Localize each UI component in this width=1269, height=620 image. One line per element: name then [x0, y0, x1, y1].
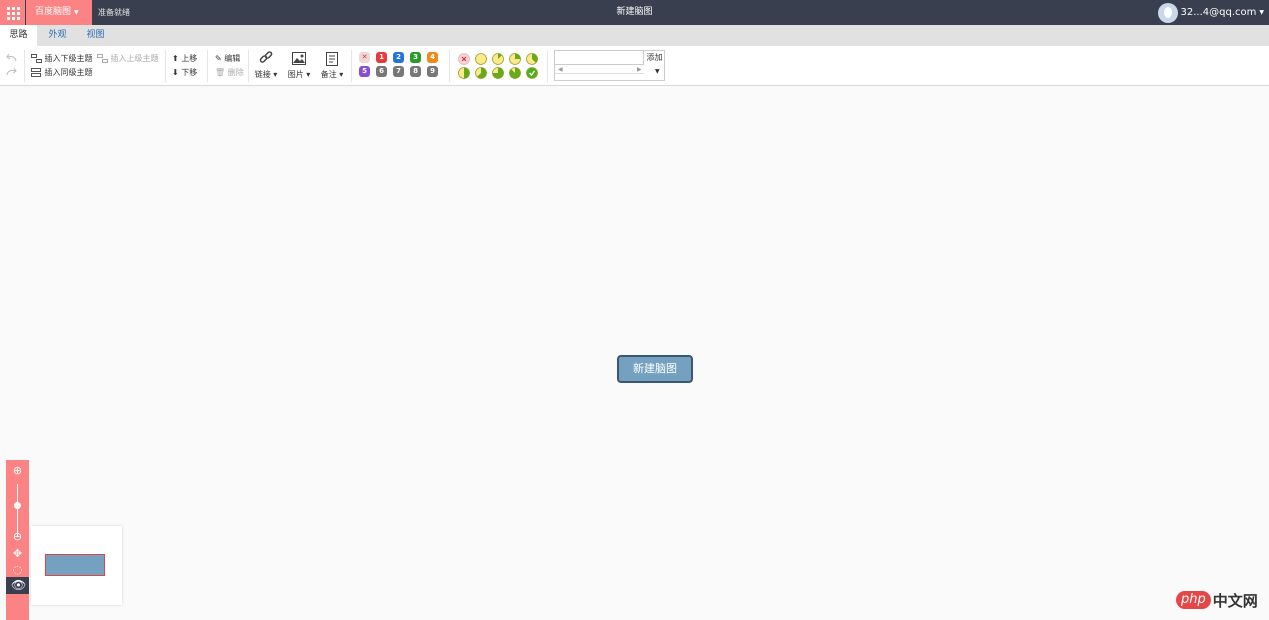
arrow-down-icon: ⬇	[172, 68, 179, 77]
progress-done-icon[interactable]	[526, 67, 538, 79]
progress-icon[interactable]	[475, 67, 487, 79]
move-down-button[interactable]: ⬇ 下移	[172, 67, 197, 78]
insert-sibling-icon	[31, 68, 41, 77]
progress-icon[interactable]	[509, 53, 521, 65]
redo-icon[interactable]	[6, 67, 17, 76]
document-title[interactable]: 新建脑图	[616, 7, 652, 17]
progress-icon[interactable]	[475, 53, 487, 65]
progress-icon[interactable]	[492, 53, 504, 65]
chevron-down-icon: ▾	[303, 70, 311, 79]
chevron-down-icon[interactable]: ▼	[655, 68, 660, 75]
move-down-label: 下移	[181, 68, 198, 77]
progress-icon[interactable]	[509, 67, 521, 79]
edit-icon: ✎	[215, 54, 222, 63]
priority-1-icon[interactable]: 1	[376, 52, 387, 63]
progress-icon[interactable]	[492, 67, 504, 79]
chevron-down-icon: ▾	[336, 70, 344, 79]
progress-icon[interactable]	[526, 53, 538, 65]
navigator-toggle-button[interactable]: 👁	[6, 577, 29, 594]
apps-grid-icon[interactable]	[0, 0, 25, 25]
move-up-label: 上移	[181, 54, 198, 63]
zoom-out-icon[interactable]: ⊖	[11, 530, 24, 543]
trash-icon: 🗑	[215, 68, 226, 77]
watermark-php: php	[1176, 591, 1211, 609]
zoom-panel: ⊕ ⊖ ✥ ◌ 👁	[6, 460, 29, 620]
progress-clear-icon[interactable]	[458, 53, 470, 65]
priority-3-icon[interactable]: 3	[410, 52, 421, 63]
ribbon-tabs: 思路 外观 视图	[0, 25, 1269, 46]
priority-clear-icon[interactable]: ✕	[359, 52, 370, 63]
save-status: 准备就绪	[98, 8, 130, 17]
user-email: 32...4@qq.com	[1180, 7, 1257, 18]
edit-button[interactable]: ✎ 编辑	[215, 53, 240, 64]
move-up-button[interactable]: ⬆ 上移	[172, 53, 197, 64]
insert-child-button[interactable]: 插入下级主题	[31, 53, 93, 64]
priority-2-icon[interactable]: 2	[393, 52, 404, 63]
note-icon	[326, 52, 338, 66]
priority-4-icon[interactable]: 4	[427, 52, 438, 63]
toolbar: 插入下级主题 插入上级主题 插入同级主题 ⬆ 上移 ⬇ 下移 ✎ 编辑 🗑 删除…	[0, 46, 1269, 86]
watermark-logo: php 中文网	[1176, 588, 1258, 612]
zoom-slider-handle[interactable]	[14, 501, 21, 509]
chevron-left-icon: ◀	[558, 66, 563, 73]
delete-button[interactable]: 🗑 删除	[215, 67, 244, 78]
camera-reset-icon[interactable]: ◌	[11, 563, 24, 576]
undo-icon[interactable]	[6, 53, 17, 62]
tag-add-button[interactable]: 添加	[644, 51, 665, 65]
user-menu[interactable]: 32...4@qq.com ▼	[1157, 0, 1264, 25]
delete-label: 删除	[227, 68, 244, 77]
tab-view[interactable]: 视图	[77, 25, 114, 46]
document-title-bar: 新建脑图	[0, 0, 1269, 25]
insert-parent-icon	[97, 54, 108, 63]
chevron-down-icon: ▼	[74, 9, 79, 16]
tab-idea[interactable]: 思路	[0, 25, 37, 46]
link-button[interactable]: 链接 ▾	[253, 51, 279, 80]
link-label: 链接	[254, 70, 271, 79]
resource-tag-box: 添加 ◀ ▶ ▼	[554, 50, 665, 81]
watermark-cn: 中文网	[1212, 591, 1258, 610]
image-button[interactable]: 图片 ▾	[286, 51, 312, 80]
chevron-right-icon: ▶	[637, 66, 642, 73]
zoom-slider-track[interactable]	[17, 484, 18, 536]
image-label: 图片	[287, 70, 304, 79]
link-icon	[259, 51, 273, 63]
root-topic-node[interactable]: 新建脑图	[617, 355, 693, 383]
insert-sibling-button[interactable]: 插入同级主题	[31, 67, 93, 78]
edit-label: 编辑	[224, 54, 241, 63]
progress-icon[interactable]	[458, 67, 470, 79]
navigator-minimap[interactable]	[31, 526, 122, 605]
navigator-viewport[interactable]	[45, 554, 105, 576]
insert-parent-label: 插入上级主题	[110, 54, 159, 63]
priority-8-icon[interactable]: 8	[410, 66, 421, 77]
insert-child-icon	[31, 54, 42, 63]
chevron-down-icon: ▼	[1259, 9, 1264, 16]
zoom-in-icon[interactable]: ⊕	[11, 464, 24, 477]
insert-child-label: 插入下级主题	[44, 54, 93, 63]
tab-appearance[interactable]: 外观	[39, 25, 76, 46]
note-button[interactable]: 备注 ▾	[319, 51, 345, 80]
arrow-up-icon: ⬆	[172, 54, 179, 63]
priority-6-icon[interactable]: 6	[376, 66, 387, 77]
mindmap-canvas[interactable]: 新建脑图	[0, 86, 1269, 620]
avatar	[1157, 2, 1178, 23]
insert-sibling-label: 插入同级主题	[44, 68, 93, 77]
brand-label: 百度脑图	[35, 7, 72, 17]
tag-scrollbar[interactable]: ◀ ▶	[555, 66, 644, 74]
insert-parent-button[interactable]: 插入上级主题	[97, 53, 159, 64]
tag-input[interactable]	[555, 51, 644, 65]
top-bar: 百度脑图 ▼ 准备就绪 新建脑图 32...4@qq.com ▼	[0, 0, 1269, 25]
brand-menu-button[interactable]: 百度脑图 ▼	[26, 0, 92, 25]
priority-7-icon[interactable]: 7	[393, 66, 404, 77]
priority-5-icon[interactable]: 5	[359, 66, 370, 77]
image-icon	[292, 52, 306, 65]
move-hand-icon[interactable]: ✥	[11, 547, 24, 560]
priority-9-icon[interactable]: 9	[427, 66, 438, 77]
eye-icon: 👁	[11, 578, 27, 592]
chevron-down-icon: ▾	[270, 70, 278, 79]
note-label: 备注	[320, 70, 337, 79]
